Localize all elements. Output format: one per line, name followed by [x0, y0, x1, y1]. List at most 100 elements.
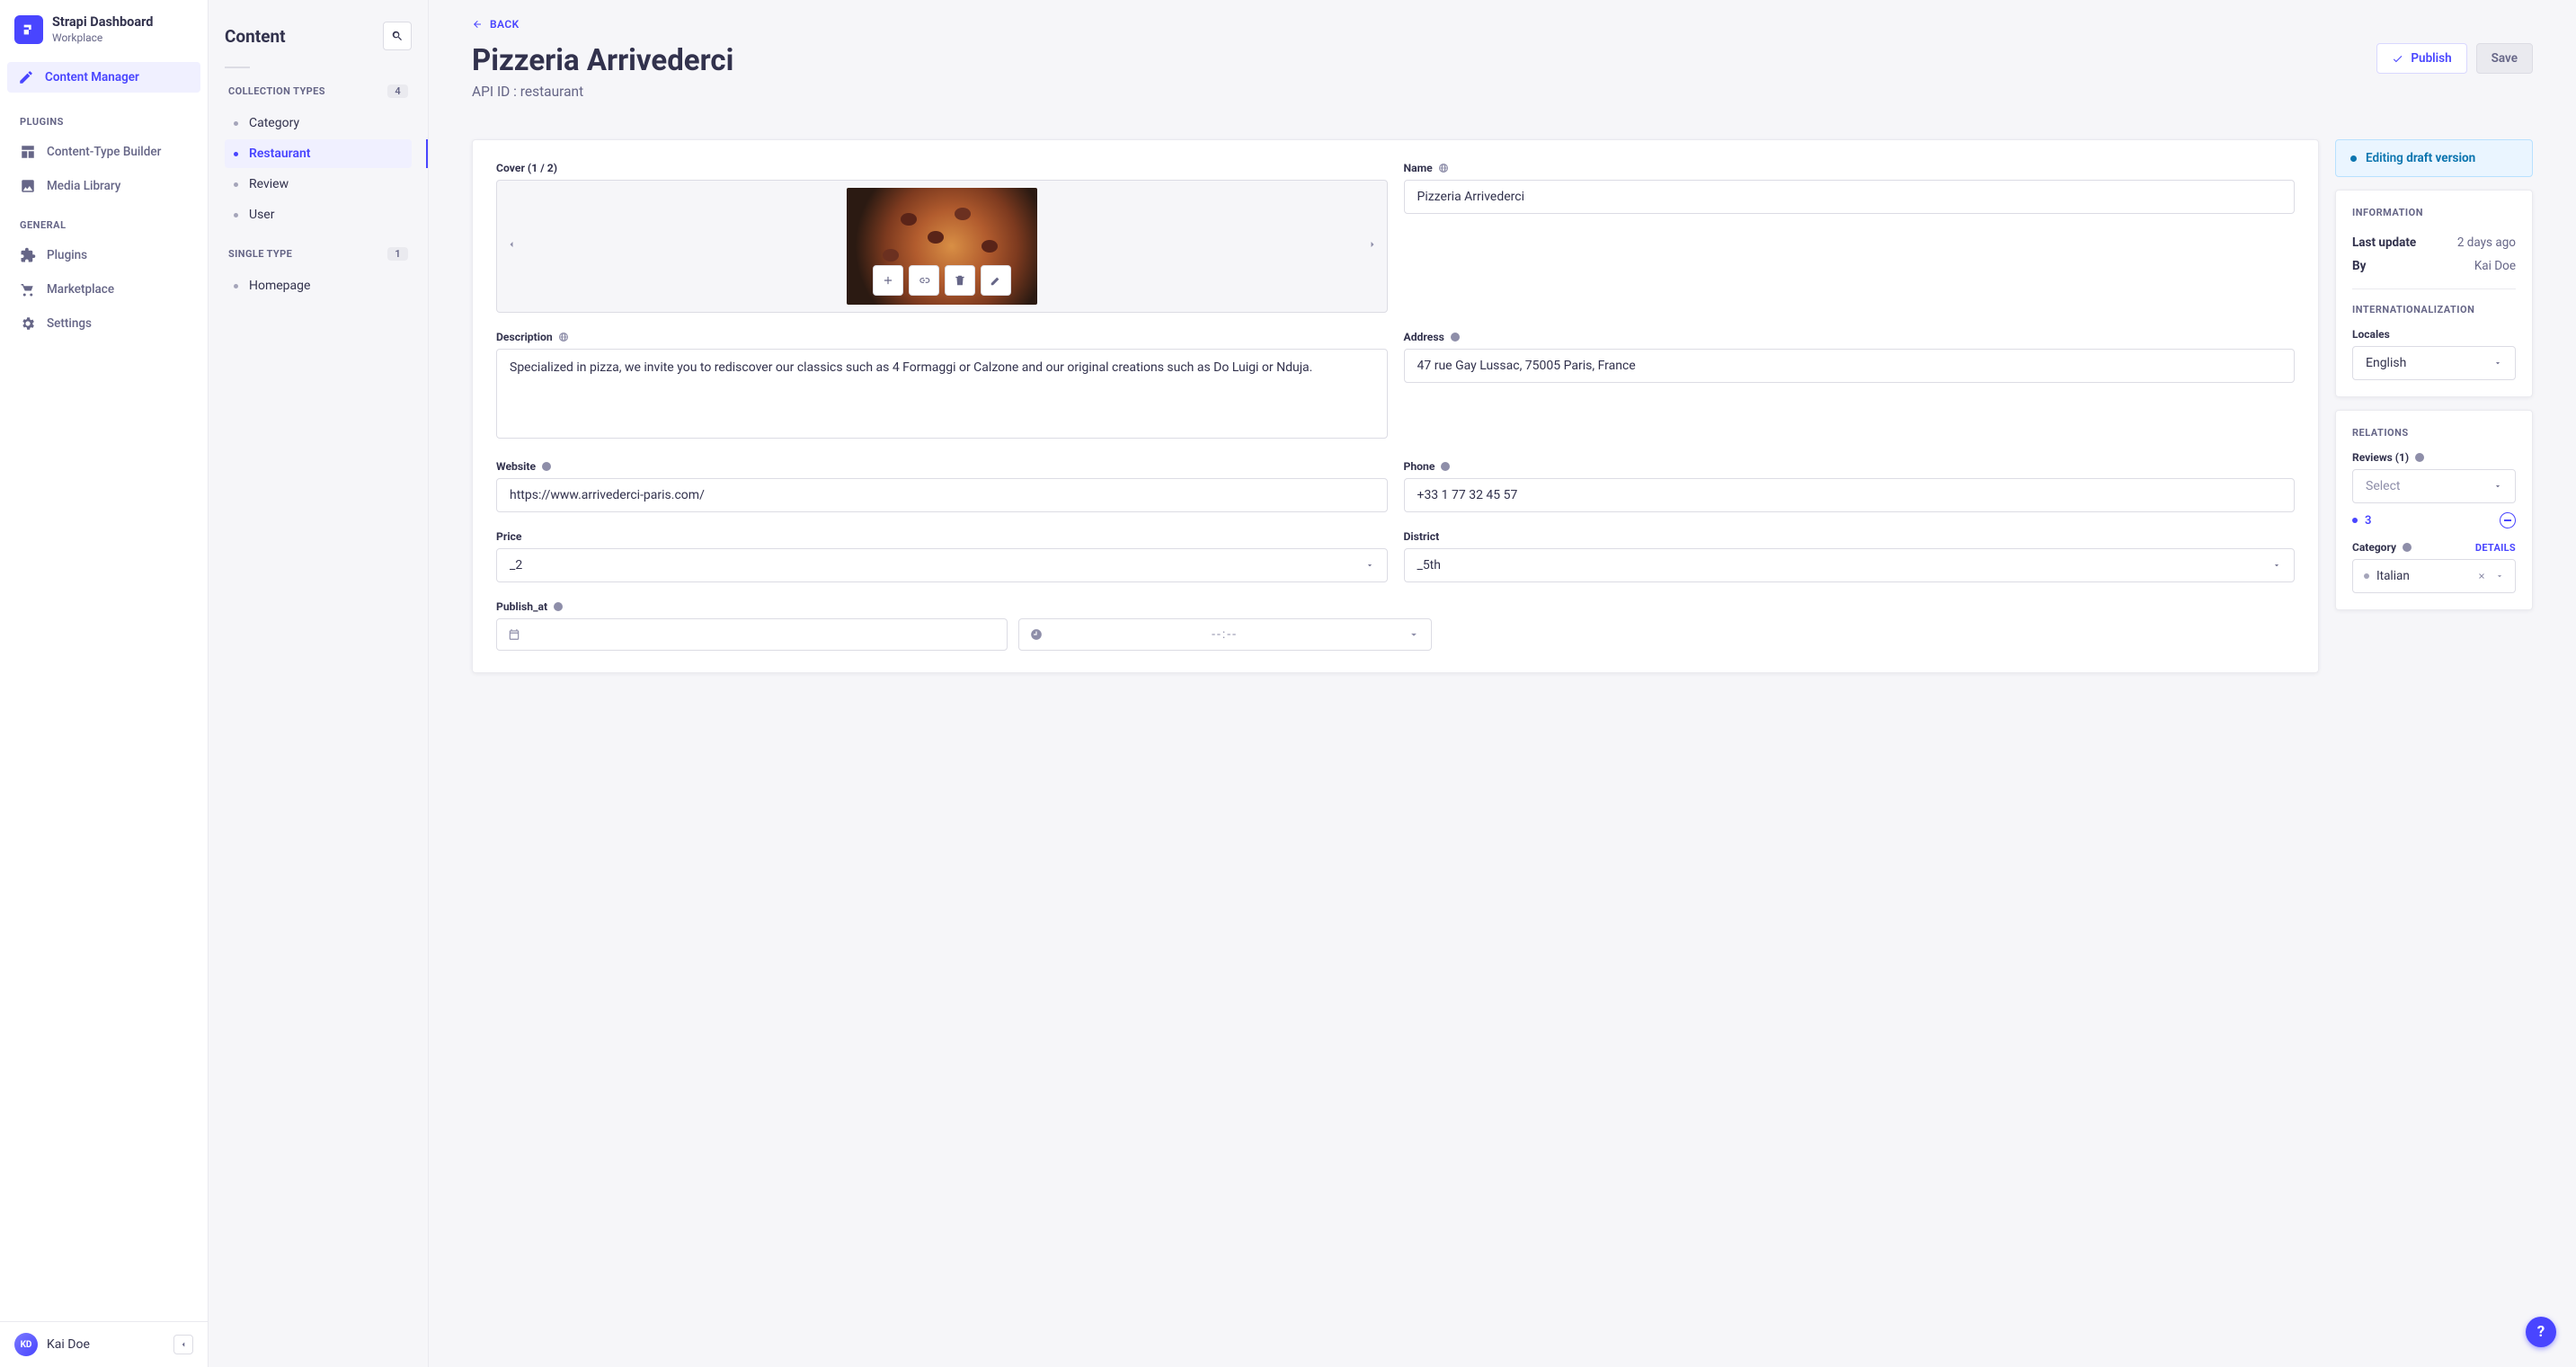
single-type-label: SINGLE TYPE 1: [225, 247, 412, 266]
nav-media-library[interactable]: Media Library: [0, 169, 208, 203]
subnav-item-restaurant[interactable]: Restaurant: [225, 139, 412, 168]
category-select[interactable]: Italian: [2352, 559, 2516, 593]
cover-delete-button[interactable]: [945, 265, 975, 296]
brand-title: Strapi Dashboard: [52, 14, 153, 30]
help-button[interactable]: ?: [2526, 1317, 2556, 1347]
nav-label: Content Manager: [45, 70, 139, 84]
reviews-select[interactable]: Select: [2352, 469, 2516, 503]
locale-select[interactable]: English: [2352, 346, 2516, 380]
details-link[interactable]: DETAILS: [2475, 542, 2516, 554]
globe-icon: [1438, 163, 1449, 173]
plus-icon: [882, 274, 894, 287]
nav-section-plugins: PLUGINS: [0, 100, 208, 135]
chevron-left-icon: [506, 239, 517, 250]
link-icon: [918, 274, 930, 287]
collection-count-badge: 4: [387, 84, 408, 98]
nav-section-general: GENERAL: [0, 203, 208, 238]
user-name: Kai Doe: [47, 1337, 164, 1352]
publish-at-field: Publish_at --:--: [496, 600, 1432, 651]
phone-input[interactable]: [1404, 478, 2296, 512]
remove-relation-button[interactable]: [2500, 512, 2516, 528]
globe-icon: [2414, 452, 2425, 463]
nav-marketplace[interactable]: Marketplace: [0, 272, 208, 306]
globe-icon: [2402, 542, 2412, 553]
single-count-badge: 1: [387, 247, 408, 261]
globe-icon: [558, 332, 569, 342]
user-avatar[interactable]: KD: [14, 1333, 38, 1356]
date-input[interactable]: [496, 618, 1008, 651]
status-dot-icon: [2350, 155, 2357, 162]
cover-add-button[interactable]: [873, 265, 903, 296]
puzzle-icon: [20, 247, 36, 263]
cover-preview: [496, 180, 1388, 313]
brand-subtitle: Workplace: [52, 31, 153, 44]
arrow-left-icon: [472, 19, 483, 30]
phone-field: Phone: [1404, 460, 2296, 512]
collection-types-label: COLLECTION TYPES 4: [225, 84, 412, 103]
nav-settings[interactable]: Settings: [0, 306, 208, 341]
strapi-logo-icon: [14, 15, 43, 44]
page-subtitle: API ID : restaurant: [472, 84, 733, 100]
globe-icon: [1450, 332, 1461, 342]
status-dot-icon: [2352, 518, 2358, 523]
cover-edit-button[interactable]: [981, 265, 1011, 296]
nav-label: Content-Type Builder: [47, 145, 161, 159]
subnav-item-homepage[interactable]: Homepage: [225, 271, 412, 300]
name-input[interactable]: [1404, 180, 2296, 214]
nav-label: Marketplace: [47, 282, 114, 297]
chevron-right-icon: [1367, 239, 1378, 250]
nav-content-type-builder[interactable]: Content-Type Builder: [0, 135, 208, 169]
clock-icon: [1030, 628, 1043, 641]
caret-down-icon: [1408, 628, 1420, 641]
save-button[interactable]: Save: [2476, 43, 2533, 74]
cover-next-button[interactable]: [1367, 239, 1378, 253]
subnav-item-review[interactable]: Review: [225, 170, 412, 199]
image-icon: [20, 178, 36, 194]
caret-down-icon: [2493, 359, 2502, 368]
cart-icon: [20, 281, 36, 297]
district-field: District _5th: [1404, 530, 2296, 582]
nav-plugins[interactable]: Plugins: [0, 238, 208, 272]
globe-icon: [541, 461, 552, 472]
price-select[interactable]: _2: [496, 548, 1388, 582]
nav-footer: KD Kai Doe: [0, 1321, 208, 1367]
address-input[interactable]: [1404, 349, 2296, 383]
information-panel: INFORMATION Last update2 days ago ByKai …: [2335, 190, 2533, 397]
cover-link-button[interactable]: [909, 265, 939, 296]
pencil-square-icon: [18, 69, 34, 85]
description-input[interactable]: [496, 349, 1388, 439]
publish-button[interactable]: Publish: [2376, 43, 2466, 74]
status-dot-icon: [2364, 573, 2369, 579]
search-button[interactable]: [383, 22, 412, 50]
price-field: Price _2: [496, 530, 1388, 582]
caret-down-icon: [2495, 572, 2504, 581]
nav-label: Settings: [47, 316, 92, 331]
back-link[interactable]: BACK: [472, 18, 2533, 31]
time-input[interactable]: --:--: [1018, 618, 1432, 651]
subnav-item-user[interactable]: User: [225, 200, 412, 229]
website-field: Website: [496, 460, 1388, 512]
district-select[interactable]: _5th: [1404, 548, 2296, 582]
content-subnav: Content COLLECTION TYPES 4 Category Rest…: [209, 0, 429, 1367]
layout-icon: [20, 144, 36, 160]
entry-form: Cover (1 / 2): [472, 139, 2319, 673]
trash-icon: [954, 274, 966, 287]
subnav-title: Content: [225, 26, 286, 47]
website-input[interactable]: [496, 478, 1388, 512]
pencil-icon: [990, 274, 1002, 287]
subnav-item-category[interactable]: Category: [225, 109, 412, 138]
cover-prev-button[interactable]: [506, 239, 517, 253]
close-icon[interactable]: [2477, 572, 2486, 581]
review-relation-item[interactable]: 3: [2352, 512, 2516, 528]
name-field: Name: [1404, 162, 2296, 313]
collapse-nav-button[interactable]: [173, 1335, 193, 1354]
calendar-icon: [508, 628, 520, 641]
nav-label: Media Library: [47, 179, 120, 193]
description-field: Description: [496, 331, 1388, 442]
chevron-left-icon: [179, 1340, 188, 1349]
nav-content-manager[interactable]: Content Manager: [7, 62, 200, 93]
gear-icon: [20, 315, 36, 332]
main-nav: Strapi Dashboard Workplace Content Manag…: [0, 0, 209, 1367]
caret-down-icon: [2493, 482, 2502, 491]
nav-label: Plugins: [47, 248, 87, 262]
